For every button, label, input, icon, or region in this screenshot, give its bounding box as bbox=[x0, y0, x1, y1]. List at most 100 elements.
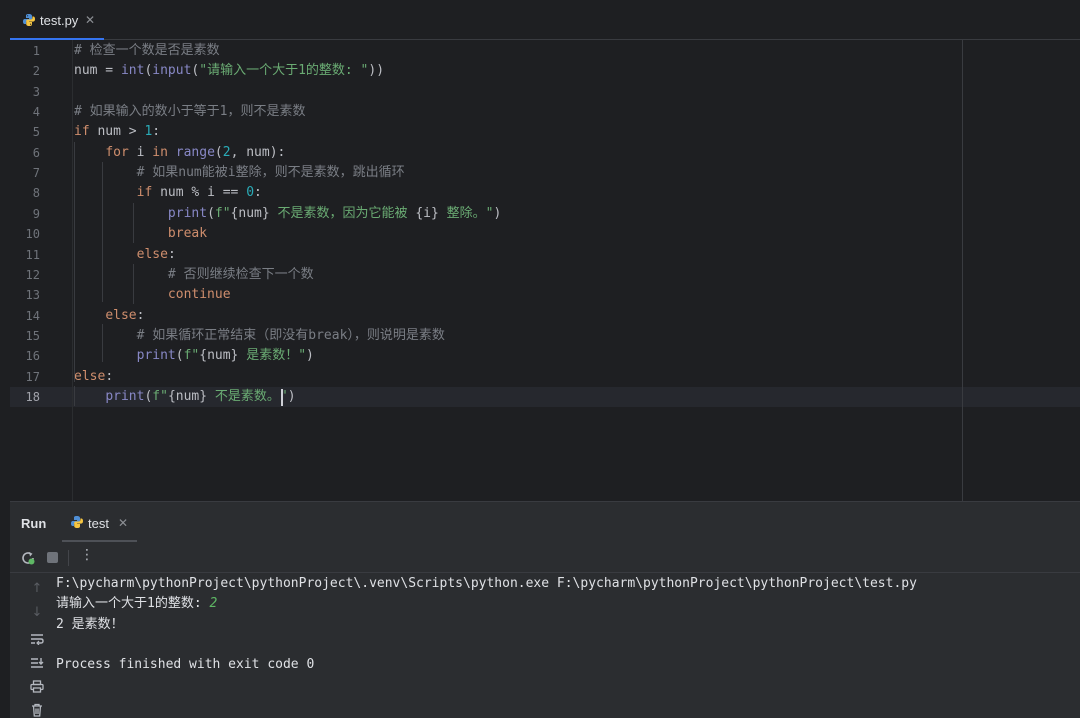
code-line: # 检查一个数是否是素数 bbox=[74, 41, 220, 61]
scroll-up-icon[interactable]: ↑ bbox=[29, 581, 45, 596]
line-number: 10 bbox=[25, 227, 40, 242]
code-token: , num): bbox=[230, 144, 286, 160]
python-run-config-icon bbox=[71, 516, 83, 528]
code-token: {num} bbox=[230, 205, 270, 221]
line-number: 3 bbox=[32, 84, 40, 99]
line-number: 9 bbox=[32, 206, 40, 221]
code-token: print bbox=[167, 205, 208, 221]
code-token: else bbox=[105, 307, 137, 323]
line-number: 6 bbox=[32, 145, 40, 160]
run-tab-label: test bbox=[88, 516, 109, 531]
run-toolbar: ⋮ bbox=[10, 542, 1080, 573]
code-line: # 如果num能被i整除，则不是素数，跳出循环 bbox=[74, 163, 405, 183]
code-line: # 否则继续检查下一个数 bbox=[74, 265, 314, 285]
editor-tab-bar bbox=[10, 0, 1080, 40]
code-token: ( bbox=[207, 205, 215, 221]
code-token: {i} bbox=[415, 205, 439, 221]
run-panel-title: Run bbox=[21, 516, 47, 531]
code-token: "请输入一个大于1的整数: " bbox=[199, 63, 369, 79]
line-number: 15 bbox=[25, 328, 40, 343]
code-token: num > bbox=[89, 124, 145, 140]
code-token: # 如果循环正常结束（即没有break），则说明是素数 bbox=[136, 327, 445, 343]
code-token: ) bbox=[287, 388, 296, 404]
code-line: if num > 1: bbox=[74, 122, 160, 142]
code-token: : bbox=[254, 185, 262, 201]
more-options-icon[interactable]: ⋮ bbox=[80, 547, 94, 563]
code-token: else bbox=[136, 246, 168, 262]
indent-guide bbox=[74, 386, 75, 406]
code-token: {num} bbox=[167, 388, 208, 404]
gutter-separator bbox=[72, 40, 73, 501]
soft-wrap-icon[interactable] bbox=[30, 633, 44, 645]
line-number: 1 bbox=[32, 44, 40, 58]
editor-tab-label: test.py bbox=[40, 13, 79, 28]
code-token: range bbox=[175, 144, 215, 160]
line-number: 18 bbox=[25, 389, 40, 404]
text-caret bbox=[281, 389, 283, 406]
close-icon[interactable]: ✕ bbox=[85, 13, 95, 27]
scroll-to-end-icon[interactable] bbox=[30, 657, 44, 669]
indent-guide bbox=[74, 142, 75, 382]
code-token: input bbox=[152, 63, 192, 79]
right-margin-guide bbox=[962, 40, 963, 501]
code-token: f" bbox=[183, 348, 200, 364]
code-token: f" bbox=[214, 205, 231, 221]
indent-guide bbox=[133, 264, 134, 304]
rerun-icon[interactable] bbox=[20, 550, 36, 566]
code-token: num % i == bbox=[152, 185, 247, 201]
console-result-line: 2 是素数！ bbox=[56, 617, 124, 632]
left-tool-strip bbox=[0, 0, 10, 718]
scroll-down-icon[interactable]: ↓ bbox=[29, 605, 45, 620]
line-number: 5 bbox=[32, 125, 40, 140]
code-line: continue bbox=[74, 285, 231, 305]
editor-tab-test-py[interactable]: test.py ✕ bbox=[10, 0, 106, 40]
code-token: : bbox=[136, 307, 145, 323]
line-number: 14 bbox=[25, 308, 40, 323]
code-line: num = int(input("请输入一个大于1的整数: ")) bbox=[74, 61, 384, 81]
code-token: # 如果输入的数小于等于1，则不是素数 bbox=[74, 104, 306, 120]
run-tab-test[interactable]: test ✕ bbox=[68, 502, 138, 540]
stop-icon[interactable] bbox=[47, 552, 58, 563]
code-token: # 检查一个数是否是素数 bbox=[74, 43, 220, 58]
code-line: print(f"{num} 不是素数，因为它能被 {i} 整除。") bbox=[74, 204, 501, 224]
close-icon[interactable]: ✕ bbox=[118, 516, 128, 530]
toolbar-separator bbox=[68, 550, 69, 566]
code-token: int bbox=[120, 63, 145, 79]
line-number: 13 bbox=[25, 288, 40, 303]
code-line: print(f"{num} 是素数！") bbox=[74, 346, 314, 366]
code-token: : bbox=[167, 246, 176, 262]
code-token: 不是素数。" bbox=[207, 388, 288, 404]
code-token: 是素数！" bbox=[238, 348, 307, 364]
code-token: for bbox=[105, 144, 129, 160]
code-token: ( bbox=[214, 144, 223, 160]
indent-guide bbox=[102, 162, 103, 302]
code-token: : bbox=[105, 368, 114, 384]
line-number: 11 bbox=[25, 247, 40, 262]
code-token: else bbox=[74, 368, 106, 384]
line-number: 17 bbox=[25, 369, 40, 384]
code-token: : bbox=[152, 124, 161, 140]
code-token: in bbox=[152, 144, 168, 160]
code-token: )) bbox=[368, 63, 385, 79]
line-number: 16 bbox=[25, 349, 40, 364]
code-token: continue bbox=[167, 287, 231, 303]
line-number: 4 bbox=[32, 105, 40, 120]
code-token: 2 bbox=[222, 144, 231, 160]
code-token: f" bbox=[152, 388, 168, 404]
print-icon[interactable] bbox=[30, 680, 44, 693]
code-line: # 如果输入的数小于等于1，则不是素数 bbox=[74, 102, 305, 122]
code-line: else: bbox=[74, 367, 113, 387]
clear-icon[interactable] bbox=[30, 703, 44, 717]
code-line: else: bbox=[74, 245, 176, 265]
run-panel-header: Run test ✕ bbox=[10, 502, 1080, 542]
indent-guide bbox=[133, 203, 134, 243]
code-token: 不是素数，因为它能被 bbox=[269, 205, 416, 221]
